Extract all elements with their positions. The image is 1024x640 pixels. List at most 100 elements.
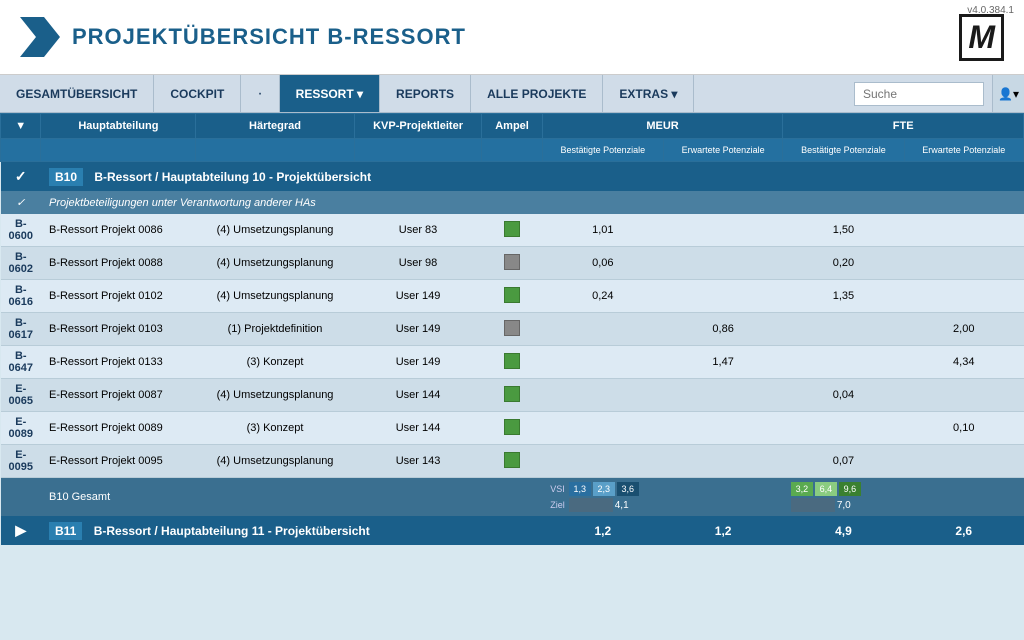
- row-fte-best: 0,07: [783, 445, 904, 478]
- row-meur-erw: [663, 214, 782, 247]
- row-fte-best: [783, 412, 904, 445]
- th-sub-empty4: [354, 139, 482, 162]
- b10-id: B10: [49, 168, 83, 186]
- row-meur-best: 1,01: [542, 214, 663, 247]
- search-input[interactable]: [854, 82, 984, 106]
- row-hard: (4) Umsetzungsplanung: [196, 445, 354, 478]
- b10-expand-icon[interactable]: ✓: [15, 168, 27, 184]
- row-id: E-0065: [1, 379, 41, 412]
- row-ampel: [482, 379, 542, 412]
- th-fte: FTE: [783, 114, 1024, 139]
- row-meur-erw: [663, 379, 782, 412]
- row-meur-erw: [663, 412, 782, 445]
- b10-meur-best: [542, 162, 663, 192]
- th-kvp: KVP-Projektleiter: [354, 114, 482, 139]
- nav-alle-projekte[interactable]: ALLE PROJEKTE: [471, 75, 603, 112]
- row-main: E-Ressort Projekt 0087: [41, 379, 196, 412]
- header-left: PROJEKTÜBERSICHT B-RESSORT: [20, 17, 466, 57]
- row-kvp: User 149: [354, 346, 482, 379]
- main-table-container: ▼ Hauptabteilung Härtegrad KVP-Projektle…: [0, 113, 1024, 640]
- row-fte-erw: 4,34: [904, 346, 1023, 379]
- meur-bar-2: 2,3: [593, 482, 615, 496]
- row-fte-best: 0,04: [783, 379, 904, 412]
- nav-reports[interactable]: REPORTS: [380, 75, 471, 112]
- table-row: B-0602 B-Ressort Projekt 0088 (4) Umsetz…: [1, 247, 1024, 280]
- section-expand-icon[interactable]: ✓: [16, 197, 25, 209]
- th-meur-erw: Erwartete Potenziale: [663, 139, 782, 162]
- ziel-label: Ziel: [550, 500, 565, 510]
- th-hartegrad: Härtegrad: [196, 114, 354, 139]
- row-id: E-0095: [1, 445, 41, 478]
- summary-row: B10 Gesamt VSI 1,3 2,3 3,6 Ziel 4,1: [1, 478, 1024, 517]
- fte-bar-2: 6,4: [815, 482, 837, 496]
- version-label: v4.0.384.1: [967, 5, 1014, 16]
- summary-empty2: [196, 478, 354, 517]
- ampel-green-icon: [504, 386, 520, 402]
- row-kvp: User 144: [354, 379, 482, 412]
- ampel-green-icon: [504, 221, 520, 237]
- summary-empty3: [354, 478, 482, 517]
- row-meur-erw: [663, 247, 782, 280]
- th-sub-empty2: [41, 139, 196, 162]
- th-sub-empty3: [196, 139, 354, 162]
- summary-meur-bars: VSI 1,3 2,3 3,6 Ziel 4,1: [542, 478, 783, 517]
- b11-meur-erw: 1,2: [663, 516, 782, 545]
- row-fte-erw: 2,00: [904, 313, 1023, 346]
- meur-bar-1: 1,3: [569, 482, 591, 496]
- row-hard: (4) Umsetzungsplanung: [196, 379, 354, 412]
- fte-bar-1: 3,2: [791, 482, 813, 496]
- nav-ressort[interactable]: RESSORT ▾: [280, 75, 380, 112]
- summary-label: B10 Gesamt: [41, 478, 196, 517]
- th-fte-best: Bestätigte Potenziale: [783, 139, 904, 162]
- row-meur-erw: [663, 445, 782, 478]
- b11-fte-erw: 2,6: [904, 516, 1023, 545]
- row-meur-best: [542, 379, 663, 412]
- company-logo: M: [959, 14, 1004, 61]
- nav-cockpit[interactable]: COCKPIT: [154, 75, 241, 112]
- b11-id: B11: [49, 522, 82, 540]
- row-kvp: User 144: [354, 412, 482, 445]
- b11-expand-icon[interactable]: ▶: [15, 522, 26, 538]
- b11-header-row: ▶ B11 B-Ressort / Hauptabteilung 11 - Pr…: [1, 516, 1024, 545]
- page-title: PROJEKTÜBERSICHT B-RESSORT: [72, 24, 466, 50]
- row-meur-erw: 1,47: [663, 346, 782, 379]
- row-hard: (1) Projektdefinition: [196, 313, 354, 346]
- row-fte-best: [783, 346, 904, 379]
- row-kvp: User 149: [354, 313, 482, 346]
- th-ampel: Ampel: [482, 114, 542, 139]
- section-toggle[interactable]: ✓: [1, 191, 41, 214]
- th-toggle: ▼: [1, 114, 41, 139]
- nav-extras[interactable]: EXTRAS ▾: [603, 75, 694, 112]
- row-fte-erw: [904, 214, 1023, 247]
- row-ampel: [482, 412, 542, 445]
- row-fte-best: 1,35: [783, 280, 904, 313]
- row-main: E-Ressort Projekt 0089: [41, 412, 196, 445]
- b11-fte-best: 4,9: [783, 516, 904, 545]
- fte-bar-3: 9,6: [839, 482, 861, 496]
- th-sub-empty5: [482, 139, 542, 162]
- row-kvp: User 143: [354, 445, 482, 478]
- table-row: E-0089 E-Ressort Projekt 0089 (3) Konzep…: [1, 412, 1024, 445]
- row-hard: (4) Umsetzungsplanung: [196, 214, 354, 247]
- nav-gesamtubersicht[interactable]: GESAMTÜBERSICHT: [0, 75, 154, 112]
- section-label: Projektbeteiligungen unter Verantwortung…: [41, 191, 1024, 214]
- th-meur-best: Bestätigte Potenziale: [542, 139, 663, 162]
- row-ampel: [482, 313, 542, 346]
- ampel-green-icon: [504, 353, 520, 369]
- table-row: E-0065 E-Ressort Projekt 0087 (4) Umsetz…: [1, 379, 1024, 412]
- b10-toggle[interactable]: ✓: [1, 162, 41, 192]
- user-icon: 👤▾: [998, 87, 1019, 101]
- table-row: B-0647 B-Ressort Projekt 0133 (3) Konzep…: [1, 346, 1024, 379]
- ampel-gray-icon: [504, 254, 520, 270]
- row-id: B-0600: [1, 214, 41, 247]
- b11-title: B11 B-Ressort / Hauptabteilung 11 - Proj…: [41, 516, 542, 545]
- row-main: B-Ressort Projekt 0102: [41, 280, 196, 313]
- row-kvp: User 149: [354, 280, 482, 313]
- logo-chevron: [20, 17, 60, 57]
- b10-meur-erw: [663, 162, 782, 192]
- row-fte-best: [783, 313, 904, 346]
- b11-toggle[interactable]: ▶: [1, 516, 41, 545]
- row-fte-erw: [904, 247, 1023, 280]
- row-fte-erw: [904, 445, 1023, 478]
- user-menu[interactable]: 👤▾: [992, 75, 1024, 112]
